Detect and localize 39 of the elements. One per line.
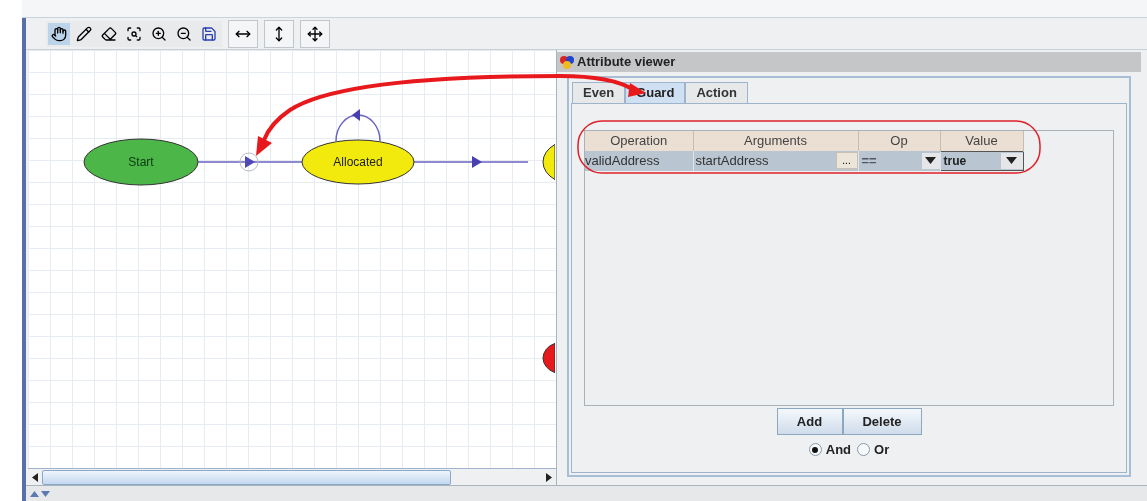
collapse-down-icon[interactable] (41, 490, 50, 497)
state-node[interactable]: Allocated (301, 139, 415, 185)
self-loop-arrow (335, 109, 381, 142)
tab[interactable]: Action (685, 82, 748, 103)
value-dropdown[interactable]: true (940, 151, 1023, 171)
state-node[interactable] (542, 342, 555, 374)
expand-up-icon[interactable] (30, 490, 39, 497)
radio-label: Or (874, 441, 890, 459)
pencil-icon (76, 25, 92, 42)
palette-icon (559, 55, 575, 69)
four-way-arrows-icon (307, 25, 323, 42)
zoom-in-icon (151, 25, 167, 42)
tool-button[interactable] (48, 22, 70, 45)
action-button[interactable]: Delete (842, 408, 922, 435)
save-icon (201, 25, 217, 42)
dropdown-caret-icon (1006, 157, 1017, 165)
radio-button[interactable] (808, 443, 822, 457)
layout-button[interactable] (228, 19, 258, 48)
horizontal-scrollbar[interactable] (28, 468, 556, 485)
radio-label: And (825, 441, 852, 459)
layout-button[interactable] (300, 19, 330, 48)
dropdown-caret-icon (925, 157, 936, 165)
eraser-icon (101, 25, 117, 42)
layout-button[interactable] (264, 19, 294, 48)
zoom-out-icon (176, 25, 192, 42)
hand-icon (51, 25, 67, 42)
panel-title: Attribute viewer (577, 53, 676, 72)
browse-button[interactable]: ... (835, 152, 858, 170)
junction-marker[interactable] (239, 152, 259, 172)
table-row[interactable]: validAddress startAddress ... == true (585, 151, 1023, 171)
radio-button[interactable] (857, 443, 871, 457)
tab[interactable]: Even (572, 82, 626, 103)
select-icon (126, 25, 142, 42)
state-node[interactable] (542, 143, 555, 181)
action-button[interactable]: Add (776, 408, 843, 435)
table-cell: validAddress (585, 151, 693, 171)
state-node[interactable]: Start (83, 138, 199, 186)
scroll-thumb[interactable] (42, 469, 451, 485)
table-cell-text: startAddress (694, 152, 770, 170)
